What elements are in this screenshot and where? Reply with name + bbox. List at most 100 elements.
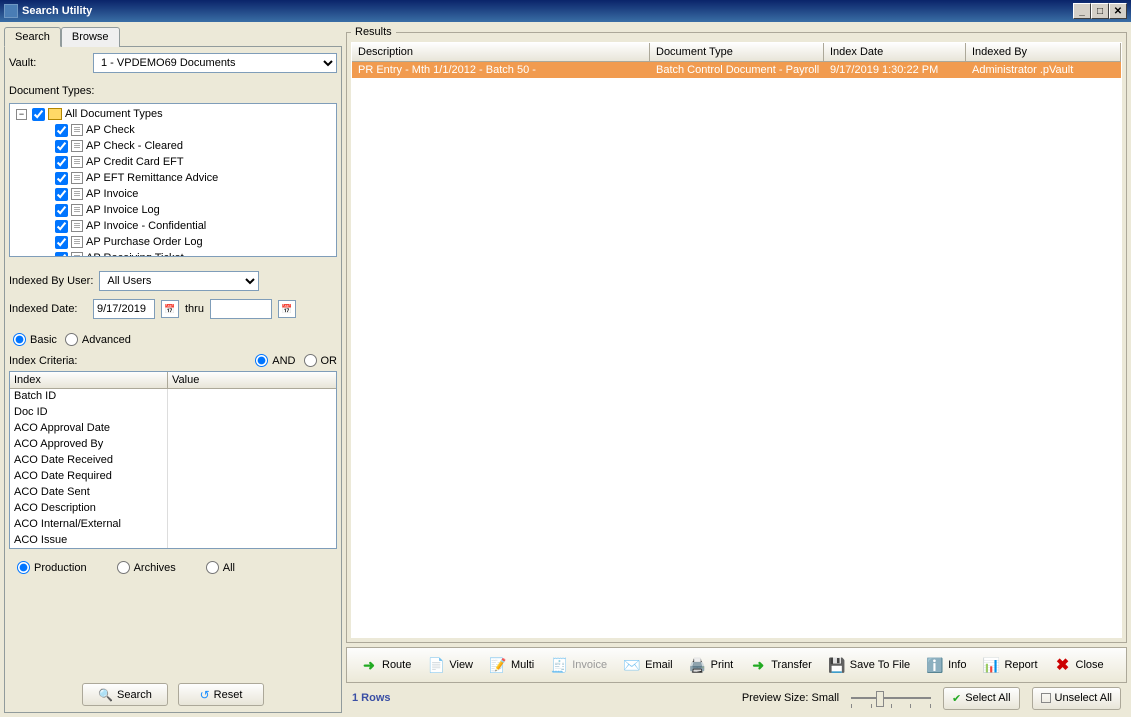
email-icon: ✉️	[623, 656, 641, 674]
or-label: OR	[321, 355, 338, 367]
tree-item-label[interactable]: AP EFT Remittance Advice	[86, 172, 218, 184]
criteria-value-cell[interactable]	[168, 469, 336, 485]
tab-search[interactable]: Search	[4, 27, 61, 47]
results-col-description[interactable]: Description	[352, 43, 650, 61]
info-icon: ℹ️	[926, 656, 944, 674]
results-toolbar: ➜Route 📄View 📝Multi 🧾Invoice ✉️Email 🖨️P…	[346, 647, 1127, 683]
criteria-value-cell[interactable]	[168, 533, 336, 549]
tree-item-checkbox[interactable]	[55, 252, 68, 258]
results-grid[interactable]: Description Document Type Index Date Ind…	[351, 42, 1122, 638]
tree-item-checkbox[interactable]	[55, 124, 68, 137]
indexed-date-from-input[interactable]	[93, 299, 155, 319]
close-window-button[interactable]: ✕	[1109, 3, 1127, 19]
criteria-value-cell[interactable]	[168, 389, 336, 405]
criteria-index-cell[interactable]: ACO Approved By	[10, 437, 168, 453]
tree-item-checkbox[interactable]	[55, 220, 68, 233]
search-panel: Search Browse Vault: 1 - VPDEMO69 Docume…	[4, 26, 342, 713]
criteria-value-cell[interactable]	[168, 421, 336, 437]
calendar-from-button[interactable]: 📅	[161, 300, 179, 318]
tree-item-checkbox[interactable]	[55, 204, 68, 217]
basic-radio[interactable]	[13, 333, 26, 346]
tree-item-label[interactable]: AP Purchase Order Log	[86, 236, 203, 248]
criteria-index-cell[interactable]: ACO Description	[10, 501, 168, 517]
transfer-button[interactable]: ➜Transfer	[742, 652, 819, 678]
or-radio[interactable]	[304, 354, 317, 367]
tree-item-label[interactable]: AP Credit Card EFT	[86, 156, 184, 168]
criteria-index-cell[interactable]: ACO Date Required	[10, 469, 168, 485]
results-col-indexedby[interactable]: Indexed By	[966, 43, 1121, 61]
and-radio[interactable]	[255, 354, 268, 367]
document-types-label: Document Types:	[9, 85, 337, 97]
save-to-file-button[interactable]: 💾Save To File	[821, 652, 917, 678]
criteria-value-cell[interactable]	[168, 453, 336, 469]
reset-button[interactable]: ↺Reset	[178, 683, 264, 706]
criteria-value-cell[interactable]	[168, 437, 336, 453]
preview-size-slider[interactable]	[851, 688, 931, 708]
tree-item-label[interactable]: AP Check - Cleared	[86, 140, 183, 152]
tree-item-checkbox[interactable]	[55, 188, 68, 201]
criteria-value-cell[interactable]	[168, 501, 336, 517]
criteria-value-cell[interactable]	[168, 485, 336, 501]
document-icon	[71, 124, 83, 136]
advanced-radio[interactable]	[65, 333, 78, 346]
criteria-value-cell[interactable]	[168, 405, 336, 421]
criteria-index-cell[interactable]: ACO Approval Date	[10, 421, 168, 437]
invoice-button[interactable]: 🧾Invoice	[543, 652, 614, 678]
criteria-index-cell[interactable]: ACO Date Received	[10, 453, 168, 469]
results-col-indexdate[interactable]: Index Date	[824, 43, 966, 61]
search-button[interactable]: 🔍Search	[82, 683, 168, 706]
archives-radio[interactable]	[117, 561, 130, 574]
tree-item-label[interactable]: AP Invoice Log	[86, 204, 160, 216]
preview-size-label: Preview Size: Small	[742, 692, 839, 704]
indexed-by-user-select[interactable]: All Users	[99, 271, 259, 291]
multi-icon: 📝	[489, 656, 507, 674]
tree-root-checkbox[interactable]	[32, 108, 45, 121]
minimize-button[interactable]: _	[1073, 3, 1091, 19]
save-icon: 💾	[828, 656, 846, 674]
close-icon: ✖	[1054, 656, 1072, 674]
tree-item-checkbox[interactable]	[55, 156, 68, 169]
criteria-col-value[interactable]: Value	[168, 372, 336, 388]
vault-label: Vault:	[9, 57, 87, 69]
results-col-doctype[interactable]: Document Type	[650, 43, 824, 61]
tree-item-label[interactable]: AP Invoice - Confidential	[86, 220, 206, 232]
close-button[interactable]: ✖Close	[1047, 652, 1111, 678]
unselect-all-button[interactable]: Unselect All	[1032, 687, 1121, 710]
tree-root-label[interactable]: All Document Types	[65, 108, 163, 120]
all-radio[interactable]	[206, 561, 219, 574]
index-criteria-grid[interactable]: Index Value Batch ID Doc ID ACO Approval…	[9, 371, 337, 549]
print-button[interactable]: 🖨️Print	[682, 652, 741, 678]
maximize-button[interactable]: □	[1091, 3, 1109, 19]
production-radio[interactable]	[17, 561, 30, 574]
criteria-index-cell[interactable]: ACO Internal/External	[10, 517, 168, 533]
tree-item-label[interactable]: AP Check	[86, 124, 135, 136]
criteria-index-cell[interactable]: Batch ID	[10, 389, 168, 405]
email-button[interactable]: ✉️Email	[616, 652, 680, 678]
criteria-col-index[interactable]: Index	[10, 372, 168, 388]
criteria-index-cell[interactable]: Doc ID	[10, 405, 168, 421]
select-all-button[interactable]: ✔Select All	[943, 687, 1019, 710]
results-panel: Results Description Document Type Index …	[346, 26, 1127, 713]
results-row[interactable]: PR Entry - Mth 1/1/2012 - Batch 50 - Bat…	[352, 62, 1121, 78]
tab-browse[interactable]: Browse	[61, 27, 120, 47]
vault-select[interactable]: 1 - VPDEMO69 Documents	[93, 53, 337, 73]
multi-button[interactable]: 📝Multi	[482, 652, 541, 678]
route-button[interactable]: ➜Route	[353, 652, 418, 678]
tree-item-label[interactable]: AP Receiving Ticket	[86, 252, 184, 257]
tree-item-label[interactable]: AP Invoice	[86, 188, 138, 200]
indexed-date-to-input[interactable]	[210, 299, 272, 319]
view-button[interactable]: 📄View	[420, 652, 480, 678]
tree-item-checkbox[interactable]	[55, 140, 68, 153]
calendar-to-button[interactable]: 📅	[278, 300, 296, 318]
production-label: Production	[34, 562, 87, 574]
info-button[interactable]: ℹ️Info	[919, 652, 973, 678]
document-types-tree[interactable]: − All Document Types AP Check AP Check -…	[9, 103, 337, 257]
document-icon	[71, 172, 83, 184]
tree-item-checkbox[interactable]	[55, 172, 68, 185]
criteria-index-cell[interactable]: ACO Date Sent	[10, 485, 168, 501]
tree-item-checkbox[interactable]	[55, 236, 68, 249]
criteria-value-cell[interactable]	[168, 517, 336, 533]
criteria-index-cell[interactable]: ACO Issue	[10, 533, 168, 549]
report-button[interactable]: 📊Report	[975, 652, 1044, 678]
tree-collapse-icon[interactable]: −	[16, 109, 27, 120]
